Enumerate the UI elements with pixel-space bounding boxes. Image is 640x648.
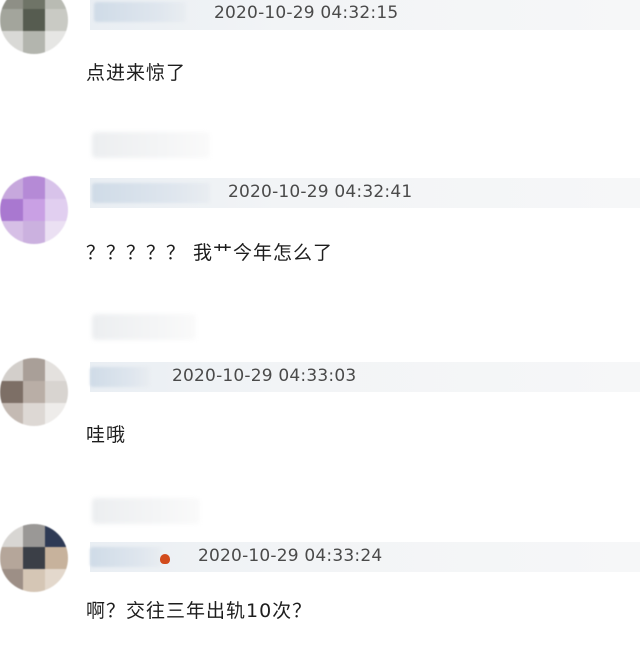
comment-meta-bar: 2020-10-29 04:33:03 [90, 362, 640, 392]
username[interactable] [94, 2, 186, 22]
comment-meta-bar: 2020-10-29 04:32:15 [90, 0, 640, 30]
blurred-reply [92, 314, 196, 340]
comment-timestamp: 2020-10-29 04:33:24 [198, 546, 383, 566]
comment-meta-bar: 2020-10-29 04:32:41 [90, 178, 640, 208]
user-badge-icon [160, 554, 170, 564]
comment-timestamp: 2020-10-29 04:32:41 [228, 182, 413, 202]
avatar[interactable] [0, 358, 68, 426]
comment-text: 哇哦 [86, 424, 127, 446]
blurred-reply [92, 132, 210, 158]
comment-timestamp: 2020-10-29 04:32:15 [214, 3, 399, 23]
username[interactable] [90, 367, 150, 387]
username[interactable] [92, 183, 210, 203]
avatar[interactable] [0, 0, 68, 54]
comment-timestamp: 2020-10-29 04:33:03 [172, 366, 357, 386]
comment-text: 啊？交往三年出轨10次？ [86, 600, 313, 622]
comment-text: ？？？？？ 我艹今年怎么了 [86, 242, 334, 264]
comment-text: 点进来惊了 [86, 62, 187, 84]
username[interactable] [90, 547, 162, 567]
avatar[interactable] [0, 524, 68, 592]
avatar[interactable] [0, 176, 68, 244]
blurred-reply [92, 498, 200, 524]
comment-meta-bar: 2020-10-29 04:33:24 [90, 542, 640, 572]
